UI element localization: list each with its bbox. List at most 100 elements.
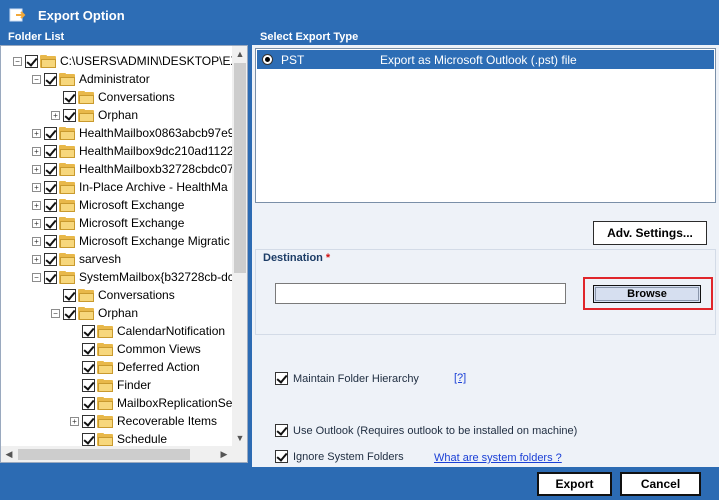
maintain-hierarchy-checkbox[interactable] [275,372,288,385]
maintain-hierarchy-label: Maintain Folder Hierarchy [293,372,419,385]
tree-item[interactable]: + In-Place Archive - HealthMa [32,178,228,196]
tree-item-checkbox[interactable] [82,432,95,446]
adv-settings-button[interactable]: Adv. Settings... [593,221,707,245]
required-mark: * [325,252,331,264]
expand-plus-icon[interactable]: + [32,164,41,174]
tree-item[interactable]: − Administrator [32,70,150,88]
collapse-minus-icon[interactable]: − [13,56,22,66]
tree-item[interactable]: + Microsoft Exchange [32,196,184,214]
collapse-minus-icon[interactable]: − [51,308,60,318]
expand-plus-icon[interactable]: + [32,254,41,264]
tree-item[interactable]: + HealthMailbox9dc210ad1122 [32,142,232,160]
export-button[interactable]: Export [537,472,612,496]
tree-item[interactable]: − C:\USERS\ADMIN\DESKTOP\EX [13,52,232,70]
tree-item-checkbox[interactable] [82,414,95,428]
tree-item-checkbox[interactable] [63,306,76,320]
tree-item-checkbox[interactable] [82,360,95,374]
tree-item-checkbox[interactable] [63,108,76,122]
tree-item[interactable]: + Microsoft Exchange [32,214,184,232]
tree-item[interactable]: Deferred Action [70,358,200,376]
tree-item[interactable]: + Microsoft Exchange Migratic [32,232,230,250]
scroll-up-arrow-icon[interactable]: ▲ [232,46,247,62]
tree-item[interactable]: − SystemMailbox{b32728cb-dc [32,268,232,286]
tree-item[interactable]: + HealthMailbox0863abcb97e9 [32,124,232,142]
tree-item-checkbox[interactable] [44,72,57,86]
tree-item[interactable]: CalendarNotification [70,322,225,340]
destination-label-text: Destination [263,252,323,264]
ignore-system-option[interactable]: Ignore System Folders [275,450,404,463]
scroll-down-arrow-icon[interactable]: ▼ [232,430,247,446]
tree-item-checkbox[interactable] [44,216,57,230]
tree-item-label: In-Place Archive - HealthMa [79,180,228,194]
export-type-list[interactable]: PST Export as Microsoft Outlook (.pst) f… [255,48,716,203]
tree-item-label: Recoverable Items [117,414,218,428]
folder-list-label: Folder List [8,31,65,43]
tree-item-label: Orphan [98,306,139,320]
tree-item[interactable]: − Orphan [51,304,138,322]
tree-item[interactable]: Schedule [70,430,167,446]
tree-item-checkbox[interactable] [82,342,95,356]
system-folders-help-link[interactable]: What are system folders ? [434,452,562,464]
collapse-minus-icon[interactable]: − [32,74,41,84]
tree-item[interactable]: + HealthMailboxb32728cbdc07 [32,160,232,178]
use-outlook-checkbox[interactable] [275,424,288,437]
maintain-hierarchy-option[interactable]: Maintain Folder Hierarchy [275,372,419,385]
tree-horizontal-scrollbar[interactable]: ◀ ▶ [1,446,232,462]
export-type-pst-row[interactable]: PST Export as Microsoft Outlook (.pst) f… [257,50,714,69]
tree-item-checkbox[interactable] [44,162,57,176]
tree-item-checkbox[interactable] [44,180,57,194]
expand-plus-icon[interactable]: + [32,182,41,192]
tree-item-checkbox[interactable] [44,144,57,158]
ignore-system-checkbox[interactable] [275,450,288,463]
tree-item-checkbox[interactable] [63,288,76,302]
tree-item[interactable]: + Orphan [51,106,138,124]
expand-plus-icon[interactable]: + [32,128,41,138]
tree-item-checkbox[interactable] [44,234,57,248]
tree-item[interactable]: Conversations [51,88,175,106]
tree-item-checkbox[interactable] [44,126,57,140]
expand-plus-icon[interactable]: + [32,236,41,246]
expand-plus-icon[interactable]: + [51,110,60,120]
tree-item-checkbox[interactable] [44,198,57,212]
use-outlook-option[interactable]: Use Outlook (Requires outlook to be inst… [275,424,577,437]
mailbox-folder-icon [59,72,75,86]
destination-label: Destination * [263,252,330,264]
tree-item-checkbox[interactable] [82,378,95,392]
scroll-right-arrow-icon[interactable]: ▶ [216,446,232,462]
tree-item[interactable]: Finder [70,376,151,394]
expand-plus-icon[interactable]: + [70,416,79,426]
tree-item[interactable]: MailboxReplicationSe [70,394,232,412]
tree-item-checkbox[interactable] [25,54,38,68]
tree-item-checkbox[interactable] [63,90,76,104]
tree-item-checkbox[interactable] [44,252,57,266]
mailbox-folder-icon [59,180,75,194]
tree-item[interactable]: Common Views [70,340,201,358]
tree-item[interactable]: Conversations [51,286,175,304]
tree-vertical-scrollbar[interactable]: ▲ ▼ [232,46,247,446]
expand-plus-icon[interactable]: + [32,146,41,156]
scroll-thumb[interactable] [234,63,246,273]
folder-tree-panel: − C:\USERS\ADMIN\DESKTOP\EX − Administrator… [0,45,248,463]
folder-icon [97,324,113,338]
cancel-button[interactable]: Cancel [620,472,701,496]
scroll-left-arrow-icon[interactable]: ◀ [1,446,17,462]
tree-item-label: Schedule [117,432,168,446]
expand-plus-icon[interactable]: + [32,200,41,210]
tree-item-checkbox[interactable] [44,270,57,284]
destination-path-input[interactable] [275,283,566,304]
maintain-hierarchy-help-link[interactable]: [?] [454,372,466,384]
browse-button[interactable]: Browse [593,285,701,303]
tree-item-checkbox[interactable] [82,396,95,410]
h-scroll-thumb[interactable] [18,449,190,460]
tree-item[interactable]: + Recoverable Items [70,412,217,430]
folder-icon [97,396,113,410]
expand-plus-icon[interactable]: + [32,218,41,228]
collapse-minus-icon[interactable]: − [32,272,41,282]
tree-item-checkbox[interactable] [82,324,95,338]
pst-radio[interactable] [262,54,273,65]
mailbox-folder-icon [59,252,75,266]
tree-item[interactable]: + sarvesh [32,250,121,268]
